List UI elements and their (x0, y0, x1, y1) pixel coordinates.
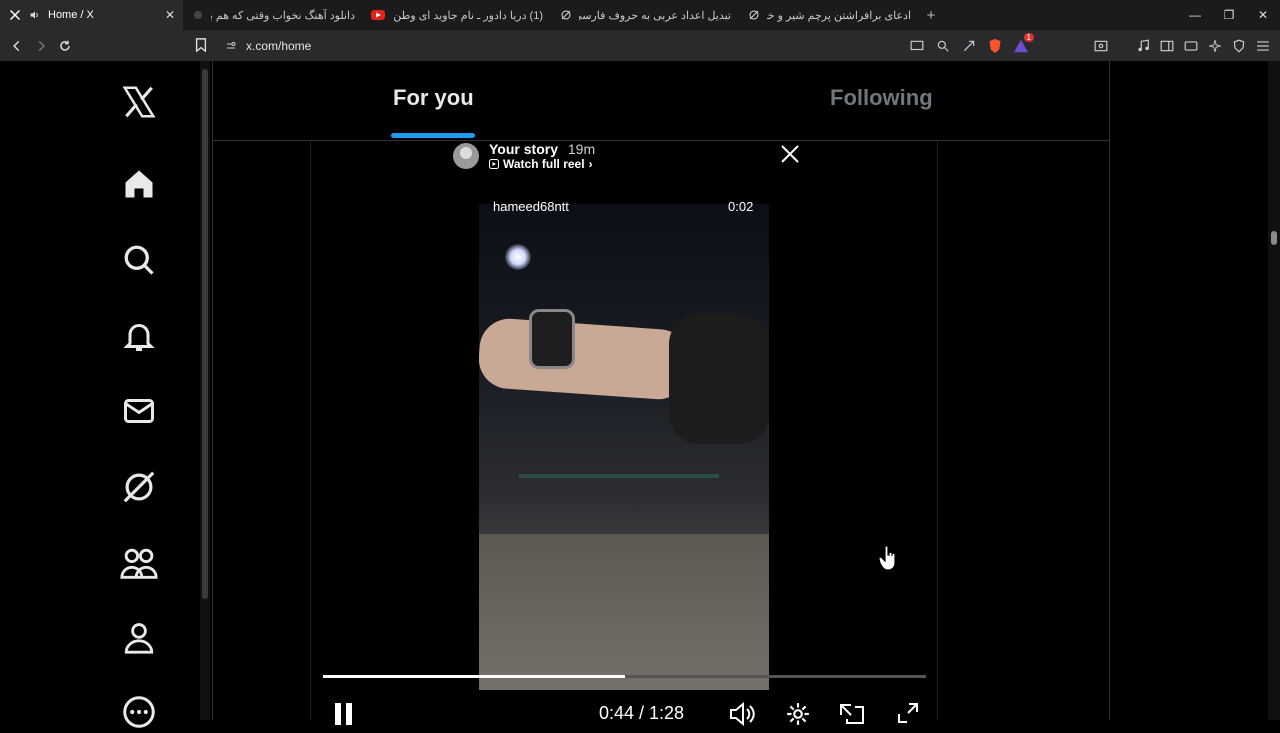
tab-for-you[interactable]: For you (393, 85, 474, 111)
menu-icon[interactable] (1254, 37, 1272, 55)
tab-following[interactable]: Following (830, 85, 933, 111)
settings-button[interactable] (785, 701, 811, 727)
x-logo-icon (8, 8, 22, 22)
reader-icon[interactable] (1092, 37, 1110, 55)
tab-music[interactable]: دانلود آهنگ نخواب وقتی که هم بغضت (183, 0, 363, 30)
sidebar-scrollbar[interactable] (200, 61, 210, 720)
scrollbar-thumb[interactable] (1271, 231, 1277, 245)
watch-full-reel-label: Watch full reel (503, 157, 585, 171)
tab-title: (1) دریا دادور ـ نام جاوید ای وطن 💚 🤍 (391, 9, 543, 22)
media-icon[interactable] (1134, 37, 1152, 55)
brave-rewards-icon[interactable]: 1 (1012, 32, 1034, 55)
brave-shield-icon[interactable] (986, 37, 1004, 55)
minimize-icon[interactable]: — (1178, 0, 1212, 30)
avatar[interactable] (453, 143, 479, 169)
page-scrollbar[interactable] (1268, 61, 1280, 720)
profile-icon[interactable] (118, 617, 160, 659)
sidebar-toggle-icon[interactable] (1158, 37, 1176, 55)
video-duration: 0:02 (728, 199, 754, 214)
bell-icon[interactable] (118, 315, 160, 357)
tab-title: تبدیل اعداد عربی به حروف فارسی - ok (579, 9, 731, 22)
grok-icon (559, 8, 573, 22)
leo-ai-icon[interactable] (1206, 37, 1224, 55)
reel-icon (489, 159, 499, 169)
story-time: 19m (567, 141, 596, 157)
tab-youtube[interactable]: (1) دریا دادور ـ نام جاوید ای وطن 💚 🤍 (363, 0, 551, 30)
mute-button[interactable] (729, 701, 757, 727)
close-icon (781, 145, 799, 163)
sleeve (669, 314, 769, 444)
more-icon[interactable] (118, 691, 160, 733)
reload-icon[interactable] (54, 35, 76, 57)
tab-home-x[interactable]: Home / X ✕ (0, 0, 183, 30)
zoom-icon[interactable] (934, 37, 952, 55)
speaker-icon (730, 701, 755, 727)
story-header: Your story 19m Watch full reel › (453, 141, 595, 171)
fullscreen-button[interactable] (895, 701, 921, 725)
video-progress-bar[interactable] (323, 675, 926, 678)
smartwatch (529, 309, 575, 369)
mail-icon[interactable] (118, 390, 160, 432)
bookmark-icon[interactable] (190, 34, 212, 56)
browser-tab-bar: Home / X ✕ دانلود آهنگ نخواب وقتی که هم … (0, 0, 1280, 30)
back-icon[interactable] (6, 35, 28, 57)
tab-grok-1[interactable]: تبدیل اعداد عربی به حروف فارسی - ok (551, 0, 739, 30)
watch-full-reel-link[interactable]: Watch full reel › (489, 157, 595, 171)
tab-grok-2[interactable]: ادعای برافراشتن پرچم شیر و خورشید در (739, 0, 919, 30)
tab-title: Home / X (48, 9, 94, 21)
gear-icon (787, 703, 809, 725)
time-readout: 0:44 / 1:28 (599, 703, 685, 723)
share-icon[interactable] (960, 37, 978, 55)
vpn-icon[interactable] (1230, 37, 1248, 55)
picture-in-picture-icon (840, 704, 864, 724)
timeline-tabs: For you Following (213, 61, 1109, 141)
arm (479, 316, 692, 402)
new-tab-button[interactable]: + (919, 7, 943, 24)
search-icon[interactable] (118, 239, 160, 281)
scrollbar-thumb[interactable] (202, 69, 208, 599)
url-text: x.com/home (246, 38, 312, 53)
video-username: hameed68ntt (493, 199, 569, 214)
x-home-page: For you Following Your story 19m Watch f… (0, 61, 1280, 728)
story-title: Your story (489, 141, 558, 157)
expand-icon (898, 703, 918, 723)
close-story-button[interactable] (777, 141, 803, 167)
pip-button[interactable] (837, 701, 865, 725)
pause-button[interactable] (333, 701, 355, 727)
street-light (505, 244, 531, 270)
address-bar-row: x.com/home 1 (0, 30, 1280, 61)
story-video[interactable] (479, 204, 769, 690)
tab-title: ادعای برافراشتن پرچم شیر و خورشید در (767, 9, 911, 22)
home-icon[interactable] (118, 163, 160, 205)
grok-icon (747, 8, 761, 22)
x-logo-icon[interactable] (118, 81, 160, 123)
cast-icon[interactable] (908, 37, 926, 55)
wallet-icon[interactable] (1182, 37, 1200, 55)
speaker-icon[interactable] (28, 8, 42, 22)
video-progress-fill (323, 675, 625, 678)
chevron-right-icon: › (588, 157, 593, 171)
forward-icon[interactable] (30, 35, 52, 57)
timeline: For you Following Your story 19m Watch f… (212, 61, 1110, 727)
close-window-icon[interactable]: ✕ (1246, 0, 1280, 30)
close-tab-icon[interactable]: ✕ (165, 8, 175, 22)
story-viewer: Your story 19m Watch full reel › hameed6… (310, 141, 938, 727)
restore-icon[interactable]: ❐ (1212, 0, 1246, 30)
sidebar-nav (100, 61, 178, 728)
youtube-icon (371, 8, 385, 22)
video-controls: 0:44 / 1:28 (311, 701, 939, 731)
communities-icon[interactable] (118, 542, 160, 584)
active-tab-indicator (391, 133, 475, 138)
park-bench (519, 474, 719, 534)
hand-cursor-icon (878, 545, 898, 576)
ground (479, 534, 769, 690)
site-settings-icon[interactable] (222, 37, 240, 55)
rewards-badge: 1 (1023, 32, 1034, 42)
grok-icon[interactable] (118, 466, 160, 508)
tab-title: دانلود آهنگ نخواب وقتی که هم بغضت (211, 9, 355, 22)
music-icon (191, 8, 205, 22)
pause-icon (335, 703, 352, 725)
